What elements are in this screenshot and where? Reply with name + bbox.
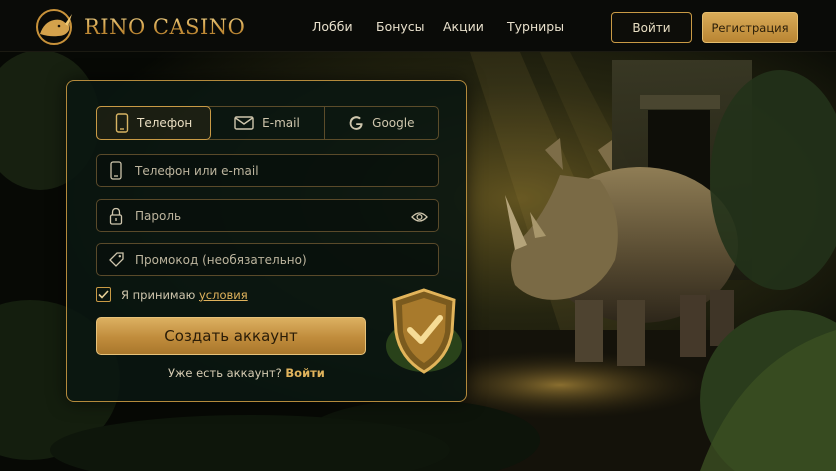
- promo-input-placeholder: Промокод (необязательно): [135, 252, 307, 267]
- terms-link[interactable]: условия: [199, 288, 248, 302]
- tag-icon: [108, 252, 124, 267]
- security-shield-icon: [378, 284, 474, 384]
- tab-email-label: E-mail: [262, 116, 300, 130]
- login-input-placeholder: Телефон или e-mail: [135, 163, 259, 178]
- show-password-eye-icon[interactable]: [411, 208, 428, 227]
- terms-text: Я принимаю: [121, 287, 196, 302]
- login-field[interactable]: Телефон или e-mail: [96, 154, 439, 187]
- tab-google[interactable]: Google: [325, 107, 438, 139]
- phone-icon: [115, 113, 129, 133]
- tab-phone-label: Телефон: [137, 116, 193, 130]
- nav-item-tournaments[interactable]: Турниры: [507, 19, 564, 34]
- header-login-button[interactable]: Войти: [611, 12, 692, 43]
- mail-icon: [234, 116, 254, 130]
- have-account-prompt: Уже есть аккаунт? Войти: [168, 366, 325, 380]
- phone-icon: [110, 161, 122, 180]
- header-register-button[interactable]: Регистрация: [702, 12, 798, 43]
- nav-item-promotions[interactable]: Акции: [443, 19, 484, 34]
- terms-agreement: Я принимаю условия: [96, 287, 248, 302]
- have-account-text: Уже есть аккаунт?: [168, 366, 282, 380]
- tab-email[interactable]: E-mail: [210, 107, 325, 139]
- promo-code-field[interactable]: Промокод (необязательно): [96, 243, 439, 276]
- nav-item-bonuses[interactable]: Бонусы: [376, 19, 425, 34]
- tab-phone[interactable]: Телефон: [96, 106, 212, 140]
- google-icon: [349, 116, 363, 130]
- top-header: RINO CASINO Лобби Бонусы Акции Турниры В…: [0, 0, 836, 52]
- create-account-button[interactable]: Создать аккаунт: [96, 317, 366, 355]
- login-link[interactable]: Войти: [285, 366, 324, 380]
- password-input-placeholder: Пароль: [135, 208, 182, 223]
- tab-google-label: Google: [372, 116, 415, 130]
- password-field[interactable]: Пароль: [96, 199, 439, 232]
- rhino-emblem-icon: [36, 9, 72, 45]
- brand-name: RINO CASINO: [84, 15, 246, 39]
- checkmark-icon: [98, 290, 109, 299]
- signup-method-tabs: Телефон E-mail Google: [96, 106, 439, 140]
- terms-checkbox[interactable]: [96, 287, 111, 302]
- lock-icon: [109, 207, 123, 225]
- brand-logo[interactable]: RINO CASINO: [32, 8, 245, 46]
- nav-item-lobby[interactable]: Лобби: [312, 19, 353, 34]
